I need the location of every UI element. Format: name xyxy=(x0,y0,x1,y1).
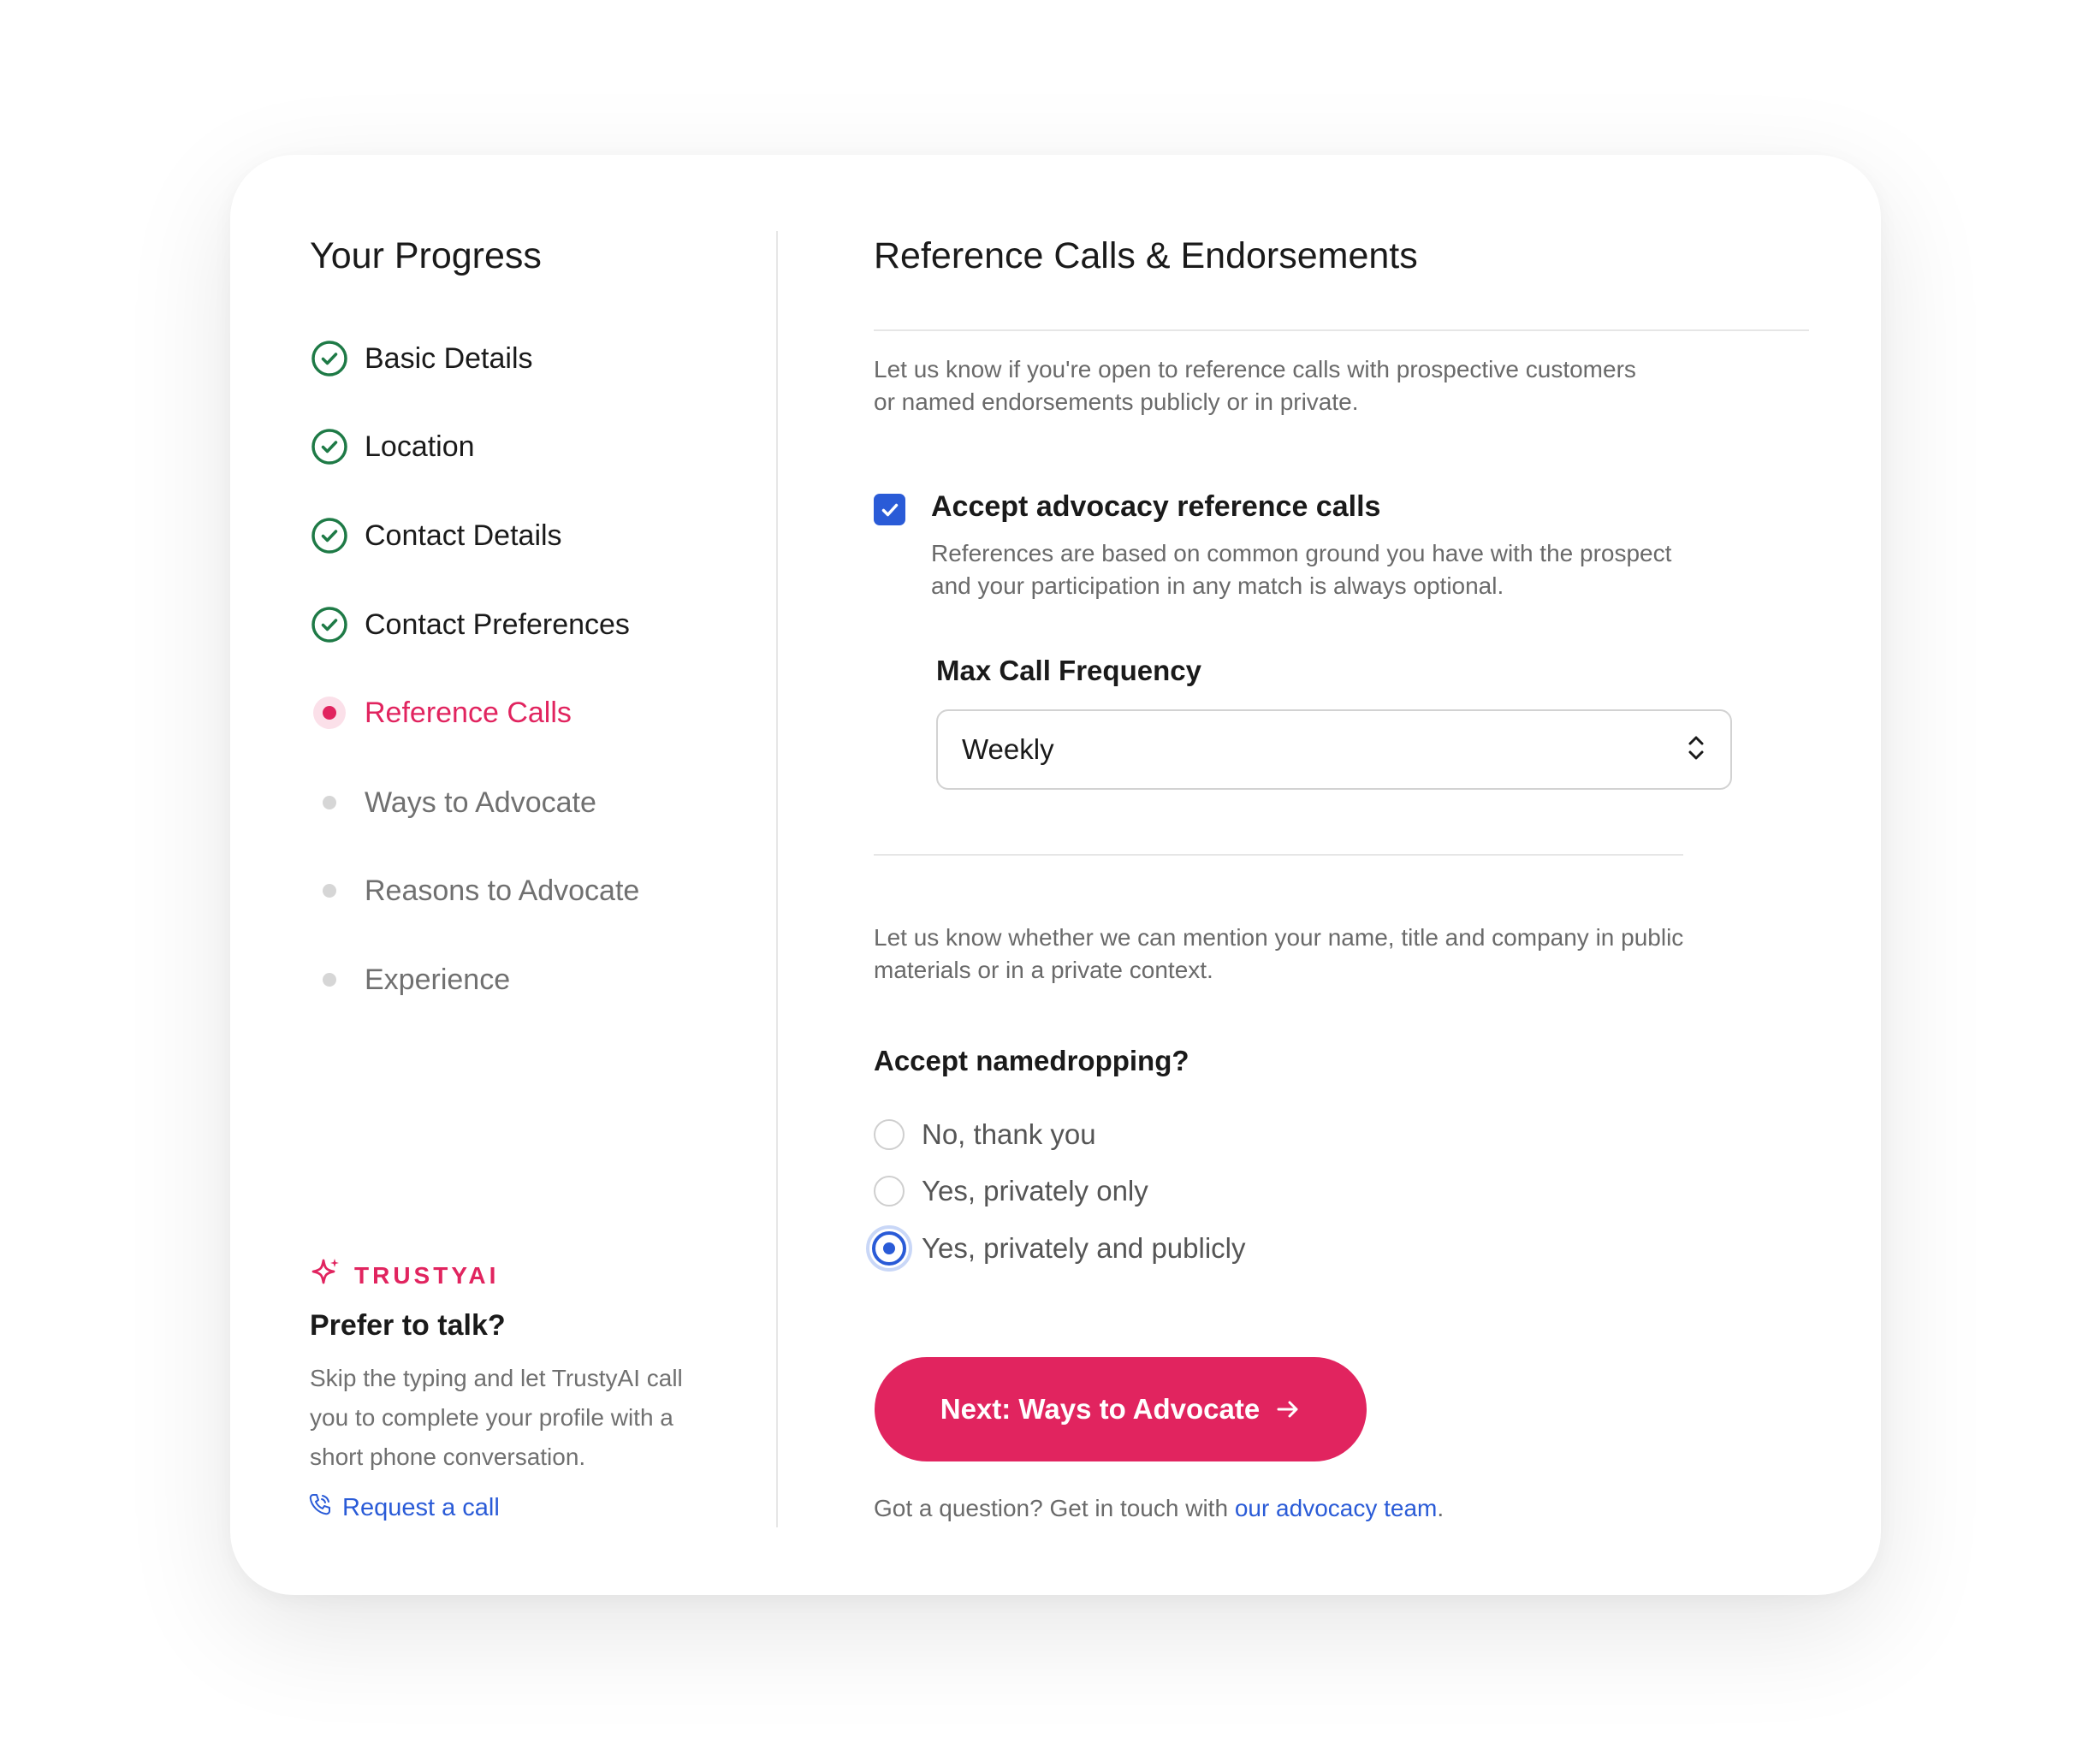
radio-label: Yes, privately only xyxy=(922,1175,1148,1206)
step-label: Reference Calls xyxy=(365,696,572,729)
footer-text: Got a question? Get in touch with xyxy=(874,1495,1235,1521)
progress-title: Your Progress xyxy=(310,235,542,276)
chevron-up-down-icon xyxy=(1686,733,1706,767)
accept-reference-calls-checkbox[interactable] xyxy=(874,494,905,525)
check-circle-icon xyxy=(310,605,349,644)
page-title: Reference Calls & Endorsements xyxy=(874,235,1418,276)
max-call-frequency-label: Max Call Frequency xyxy=(936,655,1201,686)
namedrop-question: Accept namedropping? xyxy=(874,1045,1189,1076)
check-circle-icon xyxy=(310,427,349,466)
next-button-label: Next: Ways to Advocate xyxy=(940,1393,1261,1425)
step-label: Contact Details xyxy=(365,519,562,552)
step-label: Location xyxy=(365,430,475,463)
check-circle-icon xyxy=(310,339,349,378)
title-divider xyxy=(874,329,1809,331)
footer-end: . xyxy=(1437,1495,1444,1521)
check-circle-icon xyxy=(310,516,349,555)
select-value: Weekly xyxy=(962,733,1054,765)
step-label: Ways to Advocate xyxy=(365,786,596,819)
radio-label: No, thank you xyxy=(922,1118,1096,1150)
radio-circle[interactable] xyxy=(874,1119,905,1150)
trustyai-logo: TRUSTYAI xyxy=(308,1256,499,1295)
radio-circle-selected[interactable] xyxy=(866,1225,912,1272)
talk-description: Skip the typing and let TrustyAI call yo… xyxy=(310,1365,683,1470)
advocacy-team-link[interactable]: our advocacy team xyxy=(1235,1495,1438,1521)
pending-dot-icon xyxy=(310,783,349,822)
checkbox-label[interactable]: Accept advocacy reference calls xyxy=(931,490,1380,524)
step-label: Experience xyxy=(365,963,511,996)
step-label: Basic Details xyxy=(365,341,533,375)
next-button[interactable]: Next: Ways to Advocate xyxy=(875,1357,1367,1461)
step-ways-to-advocate[interactable]: Ways to Advocate xyxy=(310,777,596,828)
request-call-link[interactable]: Request a call xyxy=(308,1492,500,1523)
step-experience[interactable]: Experience xyxy=(310,954,510,1005)
arrow-right-icon xyxy=(1275,1396,1301,1422)
brand-name: TRUSTYAI xyxy=(354,1261,500,1289)
radio-yes-privately-only[interactable]: Yes, privately only xyxy=(874,1175,1148,1207)
step-reasons-to-advocate[interactable]: Reasons to Advocate xyxy=(310,865,639,916)
sparkle-icon xyxy=(308,1256,342,1295)
step-label: Reasons to Advocate xyxy=(365,874,640,907)
step-location[interactable]: Location xyxy=(310,421,475,472)
phone-icon xyxy=(308,1492,332,1523)
step-reference-calls[interactable]: Reference Calls xyxy=(310,687,572,738)
radio-circle[interactable] xyxy=(874,1176,905,1206)
section-divider xyxy=(874,854,1683,856)
checkbox-help-text: References are based on common ground yo… xyxy=(931,540,1672,599)
footer-help: Got a question? Get in touch with our ad… xyxy=(874,1495,1444,1522)
radio-label: Yes, privately and publicly xyxy=(922,1232,1246,1264)
step-contact-details[interactable]: Contact Details xyxy=(310,510,562,561)
step-label: Contact Preferences xyxy=(365,608,630,641)
max-call-frequency-select[interactable]: Weekly xyxy=(936,709,1732,790)
request-call-label: Request a call xyxy=(342,1493,500,1521)
checkmark-icon xyxy=(881,503,898,516)
pending-dot-icon xyxy=(310,960,349,999)
talk-title: Prefer to talk? xyxy=(310,1309,506,1342)
vertical-divider xyxy=(776,231,778,1527)
namedrop-intro-text: Let us know whether we can mention your … xyxy=(874,924,1684,983)
pending-dot-icon xyxy=(310,871,349,910)
radio-no-thank-you[interactable]: No, thank you xyxy=(874,1118,1096,1151)
current-step-dot-icon xyxy=(310,693,349,732)
radio-yes-privately-and-publicly[interactable]: Yes, privately and publicly xyxy=(866,1225,1246,1272)
intro-text: Let us know if you're open to reference … xyxy=(874,356,1636,415)
step-contact-preferences[interactable]: Contact Preferences xyxy=(310,599,630,650)
step-basic-details[interactable]: Basic Details xyxy=(310,333,533,384)
